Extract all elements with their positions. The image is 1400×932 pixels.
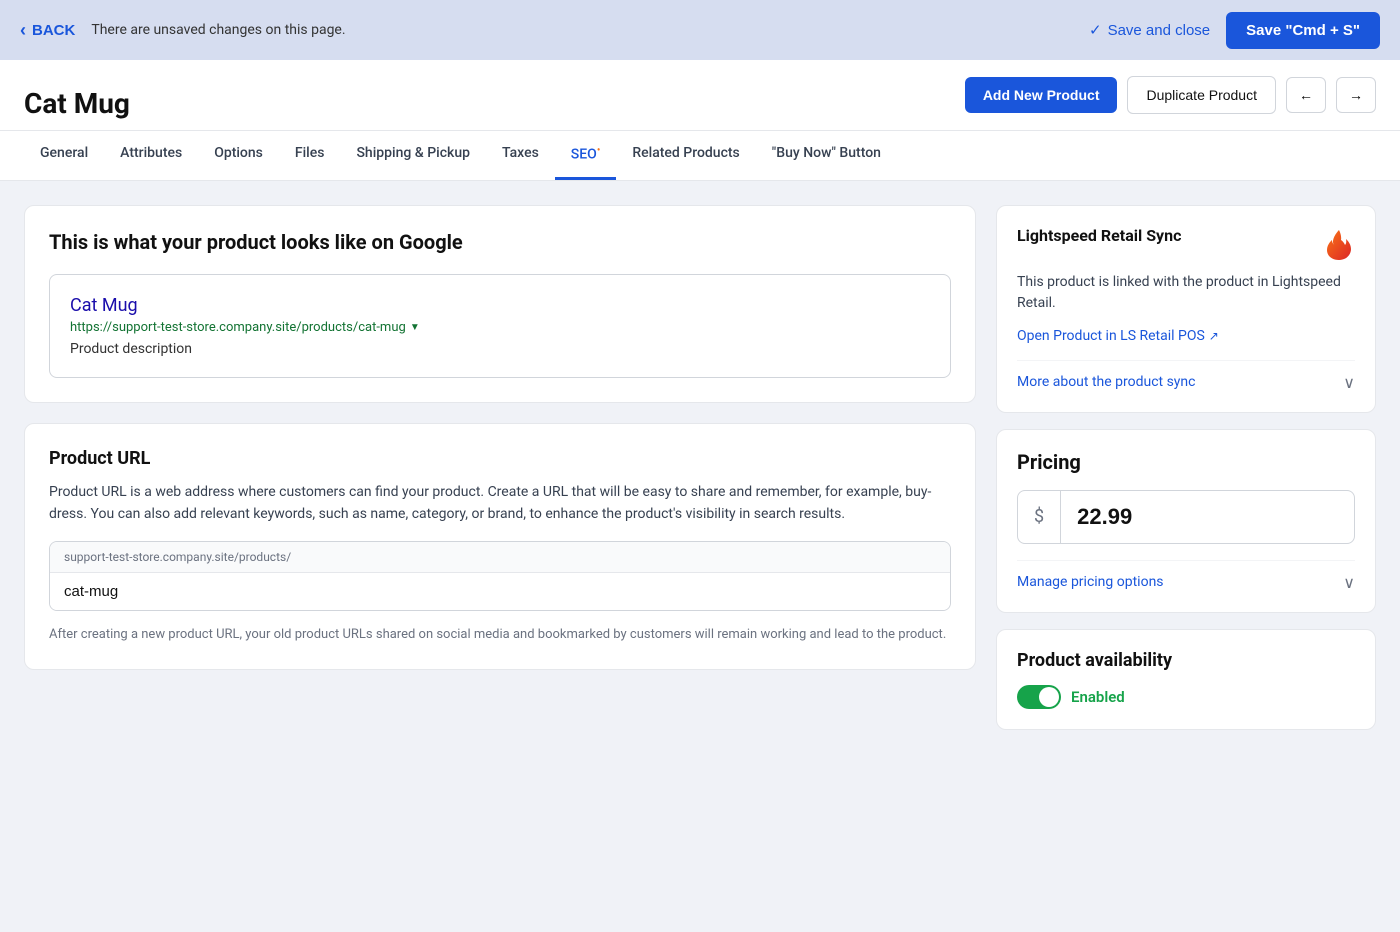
pricing-expand-chevron-icon: ∨ (1343, 573, 1355, 592)
open-retail-pos-label: Open Product in LS Retail POS (1017, 328, 1205, 344)
product-url-card: Product URL Product URL is a web address… (24, 423, 976, 670)
more-about-sync-label: More about the product sync (1017, 374, 1196, 390)
availability-status: Enabled (1071, 688, 1125, 706)
more-about-sync-row[interactable]: More about the product sync ∨ (1017, 360, 1355, 392)
unsaved-changes-message: There are unsaved changes on this page. (91, 22, 1073, 38)
price-input[interactable] (1061, 504, 1355, 530)
header-actions: Add New Product Duplicate Product ← → (965, 76, 1376, 130)
url-slug-input[interactable] (50, 573, 950, 610)
page-title: Cat Mug (24, 87, 130, 120)
availability-title: Product availability (1017, 650, 1355, 671)
tab-related-products[interactable]: Related Products (616, 131, 755, 180)
back-button[interactable]: ‹ BACK (20, 20, 75, 41)
availability-toggle[interactable] (1017, 685, 1061, 709)
duplicate-product-button[interactable]: Duplicate Product (1127, 76, 1276, 114)
pricing-card: Pricing $ Manage pricing options ∨ (996, 429, 1376, 613)
sync-header: Lightspeed Retail Sync (1017, 226, 1355, 262)
page-header: Cat Mug Add New Product Duplicate Produc… (0, 60, 1400, 131)
url-prefix: support-test-store.company.site/products… (50, 542, 950, 573)
google-description: Product description (70, 341, 930, 357)
google-preview-box: Cat Mug https://support-test-store.compa… (49, 274, 951, 378)
tab-shipping[interactable]: Shipping & Pickup (340, 131, 486, 180)
tab-options[interactable]: Options (198, 131, 279, 180)
sync-title: Lightspeed Retail Sync (1017, 226, 1181, 245)
tab-taxes[interactable]: Taxes (486, 131, 555, 180)
seo-tab-label: SEO (571, 147, 597, 163)
prev-product-button[interactable]: ← (1286, 77, 1326, 113)
product-url-description: Product URL is a web address where custo… (49, 481, 951, 526)
url-note: After creating a new product URL, your o… (49, 625, 951, 645)
next-product-button[interactable]: → (1336, 77, 1376, 113)
tabs-bar: General Attributes Options Files Shippin… (0, 131, 1400, 181)
lightspeed-icon (1319, 226, 1355, 262)
google-url-text: https://support-test-store.company.site/… (70, 320, 406, 335)
top-bar: ‹ BACK There are unsaved changes on this… (0, 0, 1400, 60)
add-new-product-button[interactable]: Add New Product (965, 77, 1118, 113)
back-label: BACK (32, 22, 75, 39)
tab-seo[interactable]: SEO• (555, 131, 617, 180)
save-cmd-button[interactable]: Save "Cmd + S" (1226, 12, 1380, 49)
open-retail-pos-link[interactable]: Open Product in LS Retail POS ↗ (1017, 328, 1355, 344)
expand-chevron-icon: ∨ (1343, 373, 1355, 392)
tab-files[interactable]: Files (279, 131, 341, 180)
external-link-icon: ↗ (1209, 329, 1219, 343)
availability-toggle-row: Enabled (1017, 685, 1355, 709)
google-product-title[interactable]: Cat Mug (70, 295, 930, 316)
checkmark-icon: ✓ (1089, 21, 1102, 39)
left-column: This is what your product looks like on … (24, 205, 976, 670)
price-input-wrap: $ (1017, 490, 1355, 544)
right-column: Lightspeed Retail Sync This product is l… (996, 205, 1376, 730)
toggle-knob (1039, 687, 1059, 707)
sync-description: This product is linked with the product … (1017, 272, 1355, 314)
tab-attributes[interactable]: Attributes (104, 131, 198, 180)
pricing-title: Pricing (1017, 450, 1355, 474)
google-url: https://support-test-store.company.site/… (70, 320, 930, 335)
manage-pricing-row[interactable]: Manage pricing options ∨ (1017, 560, 1355, 592)
product-url-title: Product URL (49, 448, 951, 469)
save-close-label: Save and close (1108, 22, 1211, 39)
google-preview-card: This is what your product looks like on … (24, 205, 976, 403)
currency-symbol: $ (1018, 491, 1061, 543)
product-availability-card: Product availability Enabled (996, 629, 1376, 730)
url-input-group: support-test-store.company.site/products… (49, 541, 951, 611)
tab-buynow[interactable]: "Buy Now" Button (756, 131, 897, 180)
save-close-button[interactable]: ✓ Save and close (1089, 21, 1210, 39)
seo-dot: • (597, 145, 601, 156)
google-url-arrow-icon: ▼ (410, 322, 420, 333)
manage-pricing-label: Manage pricing options (1017, 574, 1164, 590)
main-content: This is what your product looks like on … (0, 181, 1400, 754)
back-chevron-icon: ‹ (20, 20, 26, 41)
tab-general[interactable]: General (24, 131, 104, 180)
google-preview-title: This is what your product looks like on … (49, 230, 951, 254)
lightspeed-sync-card: Lightspeed Retail Sync This product is l… (996, 205, 1376, 413)
